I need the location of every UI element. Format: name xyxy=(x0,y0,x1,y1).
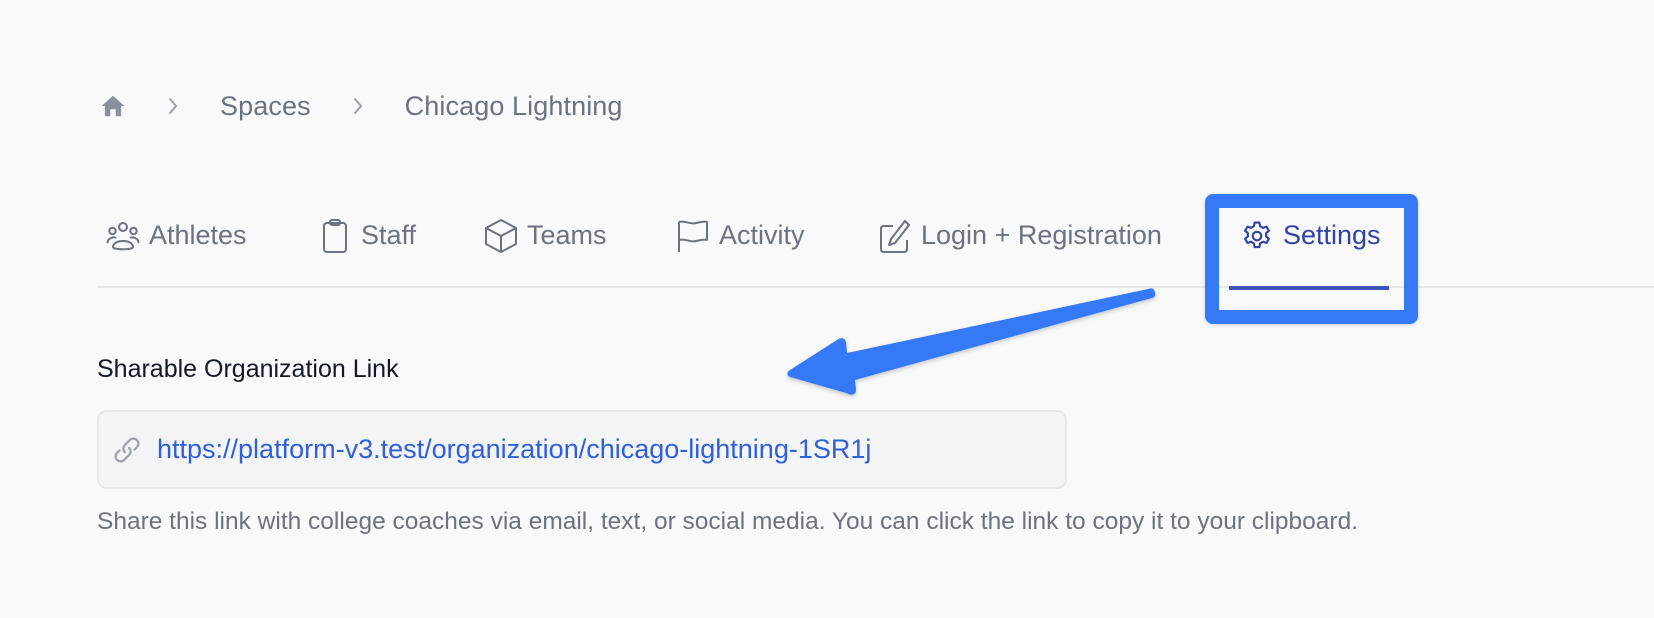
clipboard-icon xyxy=(317,218,353,254)
tab-label: Activity xyxy=(719,220,805,250)
tab-label: Athletes xyxy=(149,220,247,250)
section-title: Sharable Organization Link xyxy=(97,355,399,383)
tab-teams[interactable]: Teams xyxy=(483,205,607,288)
breadcrumb: Spaces Chicago Lightning xyxy=(100,88,623,124)
tab-label: Teams xyxy=(527,220,607,250)
tab-label: Login + Registration xyxy=(921,220,1162,250)
pencil-square-icon xyxy=(877,218,913,254)
tab-label: Settings xyxy=(1283,220,1381,250)
breadcrumb-chicago-lightning[interactable]: Chicago Lightning xyxy=(405,91,623,122)
chevron-right-icon xyxy=(166,96,180,116)
tab-settings[interactable]: Settings xyxy=(1229,205,1389,290)
chevron-right-icon xyxy=(351,96,365,116)
help-text: Share this link with college coaches via… xyxy=(97,508,1359,535)
tab-athletes[interactable]: Athletes xyxy=(105,205,247,288)
tab-bar: Athletes Staff Teams Activity Login + Re… xyxy=(97,205,1654,290)
tab-activity[interactable]: Activity xyxy=(675,205,805,288)
breadcrumb-home[interactable] xyxy=(100,93,126,119)
flag-icon xyxy=(675,218,711,254)
tab-login-registration[interactable]: Login + Registration xyxy=(877,205,1162,288)
link-icon xyxy=(109,432,145,468)
annotation-arrow xyxy=(787,288,1156,395)
sharable-link-url[interactable]: https://platform-v3.test/organization/ch… xyxy=(157,434,871,465)
home-icon xyxy=(101,95,125,117)
cube-icon xyxy=(483,218,519,254)
tab-label: Staff xyxy=(361,220,417,250)
sharable-link-box[interactable]: https://platform-v3.test/organization/ch… xyxy=(97,410,1067,489)
gear-icon xyxy=(1239,218,1275,254)
users-icon xyxy=(105,218,141,254)
tab-staff[interactable]: Staff xyxy=(317,205,416,288)
breadcrumb-spaces[interactable]: Spaces xyxy=(220,91,311,122)
